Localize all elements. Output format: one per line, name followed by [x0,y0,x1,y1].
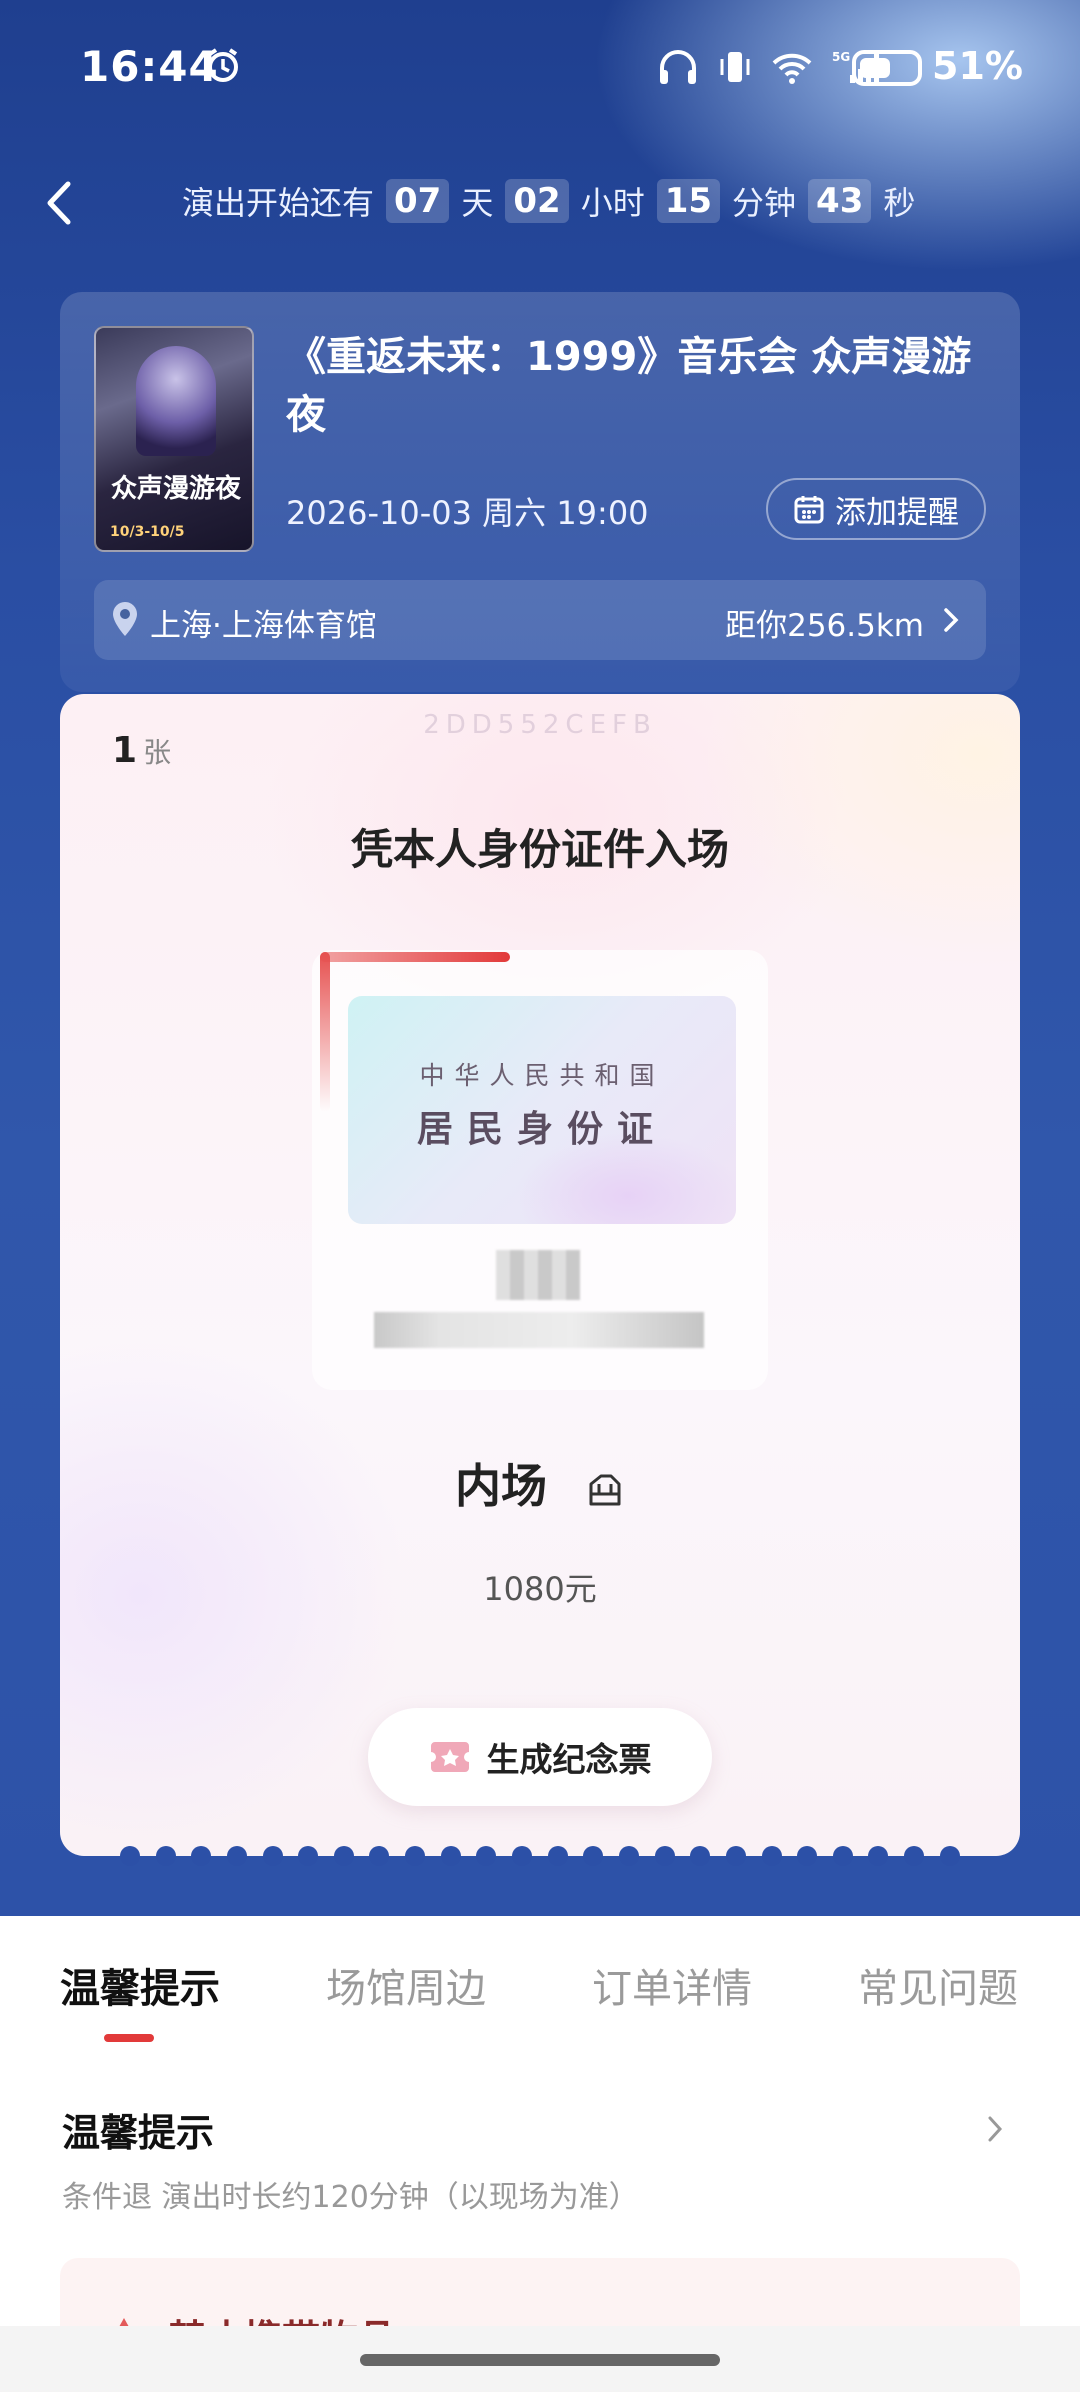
add-reminder-button[interactable]: 添加提醒 [766,478,986,540]
event-title: 《重返未来：1999》音乐会 众声漫游夜 [286,334,972,438]
ticket-star-icon [430,1742,469,1772]
status-time: 16:44 [80,42,219,91]
ticket-code-watermark: 2DD552CEFB [423,710,657,740]
active-tab-indicator [104,2034,154,2042]
ticket-card: 2DD552CEFB 1张 凭本人身份证件入场 中华人民共和国 居民身份证 内场… [60,694,1020,1856]
id-frame-accent [320,952,510,962]
countdown-row: 演出开始还有 07 天 02 小时 15 分钟 43 秒 [0,172,1080,232]
wifi-icon [772,53,812,84]
venue-row[interactable]: 上海·上海体育馆 距你256.5km [94,580,986,660]
tab-faq[interactable]: 常见问题 [858,1956,1018,2014]
holder-name-masked [496,1250,580,1300]
ticket-perforation [60,1846,1020,1866]
generate-souvenir-ticket-button[interactable]: 生成纪念票 [368,1708,712,1806]
headphones-icon [660,50,696,84]
tips-summary: 条件退 演出时长约120分钟（以现场为准） [62,2180,639,2215]
event-info-card: 众声漫游夜 10/3-10/5 《重返未来：1999》音乐会 众声漫游夜 202… [60,292,1020,692]
svg-text:5G: 5G [832,50,850,64]
id-card-line1: 中华人民共和国 [419,1061,665,1090]
countdown-days: 07 [386,179,450,223]
entry-note: 凭本人身份证件入场 [350,825,729,874]
location-pin-icon [113,602,137,636]
ticket-price: 1080元 [483,1570,597,1608]
battery-percent: 51% [932,44,1023,88]
event-poster[interactable]: 众声漫游夜 10/3-10/5 [94,326,254,552]
back-arrow-icon[interactable] [40,180,80,226]
info-tabs: 温馨提示 场馆周边 订单详情 常见问题 [0,1916,1080,2056]
countdown-days-unit: 天 [461,184,494,222]
countdown-minutes: 15 [656,179,721,223]
seat-map-icon[interactable] [585,1470,625,1510]
countdown-prefix: 演出开始还有 [182,184,375,222]
countdown-minutes-unit: 分钟 [732,184,797,222]
home-indicator[interactable] [360,2354,720,2366]
vibrate-icon [720,52,750,82]
id-frame-accent-vertical [320,952,330,1112]
poster-title: 众声漫游夜 [110,474,241,504]
poster-figure [136,346,216,456]
tab-venue-nearby[interactable]: 场馆周边 [326,1956,486,2014]
countdown-hours: 02 [505,179,569,223]
chevron-right-icon [944,608,959,632]
chevron-right-icon [988,2116,1003,2142]
countdown-seconds-unit: 秒 [883,184,916,222]
generate-souvenir-ticket-label: 生成纪念票 [486,1740,652,1779]
ticket-quantity-unit: 张 [143,736,172,769]
countdown: 演出开始还有 07 天 02 小时 15 分钟 43 秒 [182,178,915,224]
countdown-seconds: 43 [808,179,872,223]
status-bar: 16:44 5G 51% [0,38,1080,98]
seat-area-label: 内场 [454,1459,547,1513]
event-datetime: 2026-10-03 周六 19:00 [286,494,649,532]
venue-distance: 距你256.5km [725,608,924,644]
tab-order-details[interactable]: 订单详情 [592,1956,752,2014]
calendar-icon [794,496,824,524]
countdown-hours-unit: 小时 [580,184,645,222]
ticket-quantity-value: 1 [112,730,138,771]
poster-date: 10/3-10/5 [110,524,185,540]
battery-icon [852,50,922,86]
status-icons: 5G [656,48,884,86]
id-card-illustration: 中华人民共和国 居民身份证 [348,996,736,1224]
tips-section[interactable]: 温馨提示 条件退 演出时长约120分钟（以现场为准） [0,2090,1080,2220]
venue-name: 上海·上海体育馆 [150,608,377,644]
holder-id-masked [374,1312,704,1348]
ticket-quantity: 1张 [112,730,171,771]
add-reminder-label: 添加提醒 [835,494,959,531]
tab-tips[interactable]: 温馨提示 [60,1956,220,2014]
tips-heading: 温馨提示 [62,2111,215,2155]
alarm-icon [208,48,238,82]
id-card-line2: 居民身份证 [416,1109,667,1150]
seat-area: 内场 [60,1450,1020,1516]
